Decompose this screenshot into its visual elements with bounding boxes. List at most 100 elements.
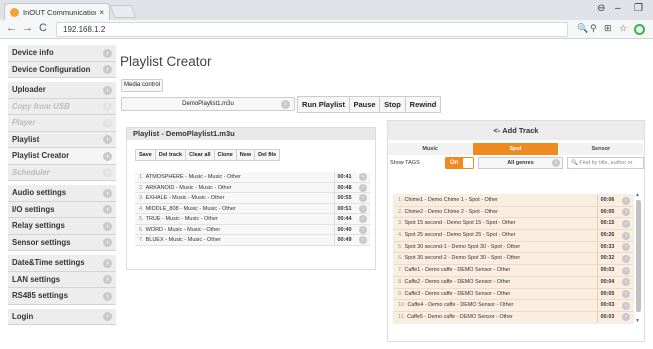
track-row[interactable]: 5. Spot 30 second-1 - Demo Spot 30 - Spot… (394, 241, 633, 254)
clear-all-button[interactable]: Clear all (185, 149, 215, 161)
run-playlist-button[interactable]: Run Playlist (297, 96, 350, 113)
chevron-right-icon[interactable]: › (359, 225, 367, 234)
chevron-right-icon[interactable]: › (622, 243, 630, 252)
sidebar-item-lan-settings[interactable]: LAN settings › (8, 271, 116, 288)
account-icon[interactable]: ⊖ (597, 3, 605, 14)
track-row[interactable]: 7. BLUEX - Music - Music - Other 00:49 › (135, 235, 370, 246)
media-control-button[interactable]: Media control (121, 79, 163, 92)
genre-select[interactable]: All genres › (478, 157, 563, 169)
clone-button[interactable]: Clone (213, 149, 237, 161)
track-row[interactable]: 7. Caffe1 - Demo caffe - DEMO Sensor - Ot… (394, 265, 633, 277)
chevron-right-icon[interactable]: › (359, 194, 367, 202)
sidebar-item-label: I/O settings (12, 204, 55, 214)
track-name: Caffe2 - Demo caffe - DEMO Sensor - Othe… (404, 278, 511, 285)
track-row[interactable]: 1. ATMOSPHERE - Music - Music - Other 00:4… (135, 172, 370, 183)
chevron-right-icon[interactable]: › (622, 313, 630, 322)
track-row[interactable]: 1. Chime1 - Demo Chime 1 - Spot - Other 00… (394, 195, 633, 207)
track-number: 3. (398, 220, 403, 227)
chevron-right-icon[interactable]: › (359, 173, 367, 181)
sidebar-item-label: Audio settings (12, 188, 67, 197)
add-track-title[interactable]: <- Add Track (388, 121, 644, 140)
scroll-up-icon[interactable]: ▲ (635, 192, 640, 198)
extension-icon[interactable] (634, 24, 645, 35)
scrollbar-thumb[interactable] (636, 200, 641, 312)
chevron-right-icon[interactable]: › (359, 215, 367, 223)
bookmark-star-icon[interactable]: ☆ (619, 23, 627, 34)
sidebar-item-rs485-settings[interactable]: RS485 settings › (8, 288, 116, 305)
track-duration: 00:03 (597, 265, 617, 277)
track-row[interactable]: 5. TRUE - Music - Music - Other 00:44 › (135, 214, 370, 225)
tab-sensor[interactable]: Sensor (558, 143, 644, 155)
chevron-right-icon[interactable]: › (359, 236, 367, 244)
track-row[interactable]: 11. Caffe5 - Demo caffe - DEMO Sensor - O… (394, 311, 633, 323)
track-list-scrollbar[interactable]: ▲ ▼ (635, 192, 642, 326)
track-row[interactable]: 10. Caffe4 - Demo caffe - DEMO Sensor - O… (394, 300, 633, 312)
sidebar-item-playlist-creator[interactable]: Playlist Creator › (8, 148, 116, 165)
chevron-right-icon[interactable]: › (622, 290, 630, 298)
pause-button[interactable]: Pause (349, 96, 380, 113)
chevron-right-icon[interactable]: › (622, 219, 630, 228)
track-row[interactable]: 4. MIDDLE_808 - Music - Music - Other 00:5… (135, 203, 370, 214)
show-tags-toggle[interactable]: On (445, 157, 474, 169)
minimize-icon[interactable]: – (615, 3, 621, 14)
sidebar-item-sensor-settings[interactable]: Sensor settings › (8, 234, 116, 251)
key-icon[interactable]: ⚲ (590, 23, 597, 34)
chevron-right-icon[interactable]: › (359, 204, 367, 213)
sidebar-item-date-time-settings[interactable]: Date&Time settings › (8, 255, 116, 272)
track-row[interactable]: 8. Caffe2 - Demo caffe - DEMO Sensor - Ot… (394, 276, 633, 289)
chevron-right-icon[interactable]: › (622, 196, 630, 205)
sidebar-item-playlist[interactable]: Playlist › (8, 131, 116, 148)
forward-arrow-icon[interactable]: → (22, 22, 33, 34)
track-row[interactable]: 6. WORD - Music - Music - Other 00:40 › (135, 224, 370, 235)
tab-spot[interactable]: Spot (473, 143, 559, 155)
track-row[interactable]: 9. Caffe3 - Demo caffe - DEMO Sensor - Ot… (394, 288, 633, 301)
track-name: ATMOSPHERE - Music - Music - Other (145, 174, 241, 180)
media-icon[interactable]: ⊞ (604, 23, 612, 34)
sidebar-item-device-configuration[interactable]: Device Configuration › (8, 61, 116, 78)
chevron-right-icon[interactable]: › (622, 278, 630, 287)
back-arrow-icon[interactable]: ← (6, 22, 17, 34)
track-row[interactable]: 4. Spot 25 second - Demo Spot 25 - Spot -… (394, 230, 633, 242)
track-row[interactable]: 3. EXHALE - Music - Music - Other 00:55 › (135, 193, 370, 204)
scroll-down-icon[interactable]: ▼ (635, 318, 640, 324)
restore-window-icon[interactable]: ❐ (634, 3, 643, 14)
rewind-button[interactable]: Rewind (405, 96, 441, 113)
close-tab-icon[interactable]: × (99, 8, 104, 17)
chevron-right-icon[interactable]: › (622, 254, 630, 263)
track-row[interactable]: 2. ARKANOID - Music - Music - Other 00:48 › (135, 182, 370, 193)
tab-music[interactable]: Music (388, 143, 474, 155)
chevron-right-icon[interactable]: › (622, 208, 630, 217)
save-button[interactable]: Save (135, 149, 156, 161)
track-row[interactable]: 6. Spot 30 second-2 - Demo Spot 30 - Spot… (394, 253, 633, 266)
track-duration: 00:03 (597, 300, 617, 312)
new-tab-button[interactable] (109, 5, 137, 18)
reload-icon[interactable]: C (39, 22, 47, 34)
sidebar-item-label: RS485 settings (12, 291, 68, 300)
track-row[interactable]: 2. Chime2 - Demo Chime 2 - Spot - Other 00… (394, 206, 633, 219)
browser-tab[interactable]: InOUT Communication S × (4, 3, 110, 20)
track-row[interactable]: 3. Spot 15 second - Demo Spot 15 - Spot -… (394, 218, 633, 231)
chevron-right-icon[interactable]: › (622, 266, 630, 275)
sidebar-item-i-o-settings[interactable]: I/O settings › (8, 201, 116, 218)
track-search-input[interactable]: 🔍 Find by title, author or (567, 157, 644, 169)
sidebar-item-label: Playlist (12, 134, 40, 144)
sidebar-item-login[interactable]: Login › (8, 308, 116, 325)
del-track-button[interactable]: Del track (154, 149, 187, 161)
sidebar-item-device-info[interactable]: Device info › (8, 45, 116, 62)
chevron-right-icon[interactable]: › (622, 301, 630, 310)
stop-button[interactable]: Stop (379, 96, 406, 113)
track-duration: 00:15 (597, 218, 617, 230)
search-icon[interactable]: 🔍 (577, 23, 588, 34)
sidebar-item-audio-settings[interactable]: Audio settings › (8, 185, 116, 202)
new-button[interactable]: New (235, 149, 256, 161)
sidebar-item-relay-settings[interactable]: Relay settings › (8, 218, 116, 235)
del-file-button[interactable]: Del file (254, 149, 281, 161)
track-name: Caffe1 - Demo caffe - DEMO Sensor - Othe… (404, 267, 511, 274)
chevron-right-icon[interactable]: › (622, 231, 630, 240)
chevron-right-icon: › (103, 312, 112, 321)
playlist-file-select[interactable]: DemoPlaylist1.m3u › (121, 97, 295, 111)
sidebar-item-label: Playlist Creator (12, 151, 70, 160)
url-input[interactable]: 192.168.1.2 (56, 22, 568, 37)
sidebar-item-uploader[interactable]: Uploader › (8, 82, 116, 99)
chevron-right-icon[interactable]: › (359, 183, 367, 192)
